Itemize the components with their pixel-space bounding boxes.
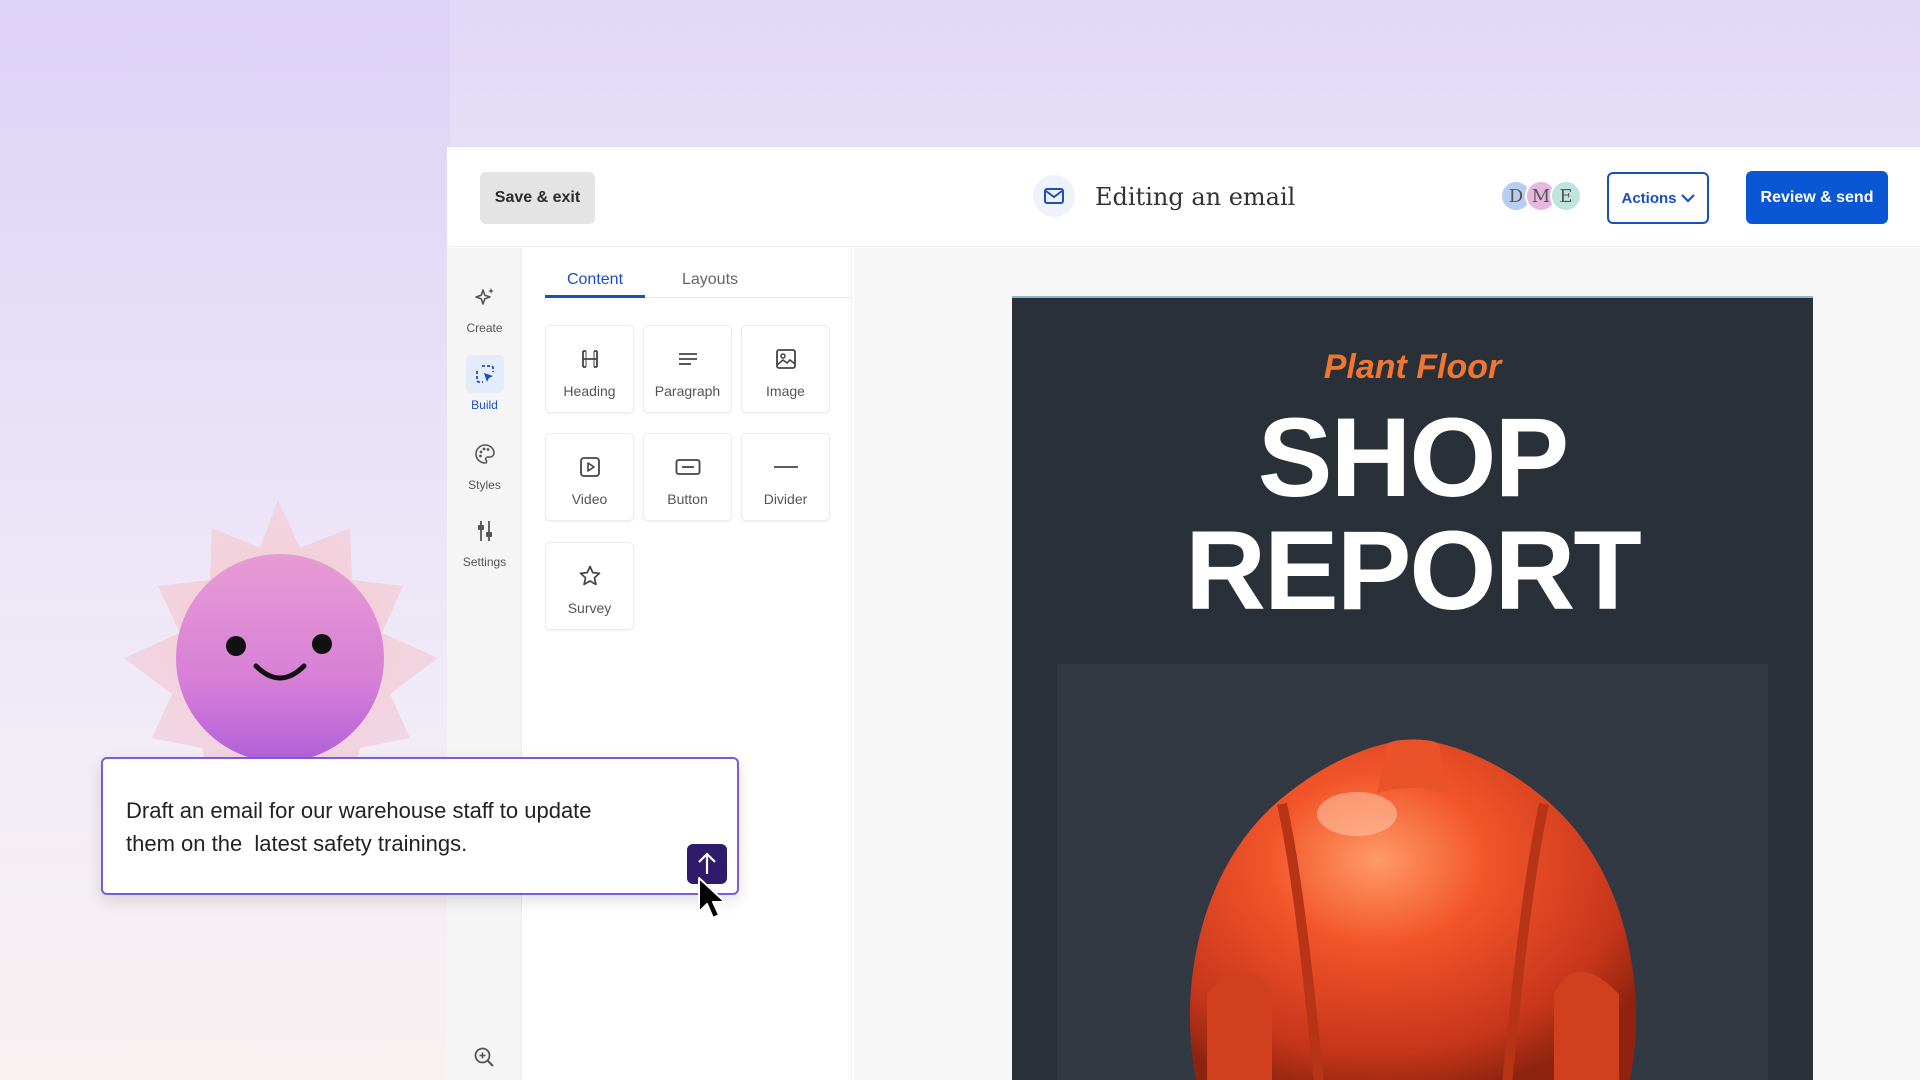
actions-dropdown-button[interactable]: Actions [1607, 172, 1709, 224]
button-icon [675, 454, 701, 480]
divider-icon [773, 454, 799, 480]
rail-label: Build [471, 398, 498, 412]
image-icon [775, 346, 797, 372]
email-kicker: Plant Floor [1323, 348, 1502, 386]
tab-layouts[interactable]: Layouts [660, 268, 760, 298]
rail-item-styles[interactable]: Styles [447, 435, 522, 515]
content-blocks-panel: Content Layouts Heading Paragraph Image [522, 248, 852, 1080]
block-label: Survey [567, 600, 612, 616]
block-divider[interactable]: Divider [741, 433, 830, 521]
block-label: Heading [563, 383, 616, 399]
prompt-input[interactable]: Draft an email for our warehouse staff t… [126, 794, 666, 860]
rail-label: Styles [468, 478, 501, 492]
email-editor-window: Save & exit Editing an email D M E Actio… [447, 147, 1920, 1080]
sparkle-icon [466, 278, 504, 316]
ai-prompt-box[interactable]: Draft an email for our warehouse staff t… [101, 757, 739, 895]
block-heading[interactable]: Heading [545, 325, 634, 413]
paragraph-icon [677, 346, 699, 372]
email-canvas: Plant Floor SHOP REPORT [854, 248, 1920, 1080]
block-label: Divider [763, 491, 808, 507]
avatar[interactable]: E [1550, 180, 1582, 212]
block-button[interactable]: Button [643, 433, 732, 521]
hard-hat-image [1057, 664, 1768, 1080]
email-headline-line2: REPORT [1185, 508, 1642, 633]
actions-label: Actions [1621, 189, 1677, 207]
block-paragraph[interactable]: Paragraph [643, 325, 732, 413]
star-icon [578, 563, 602, 589]
sliders-icon [466, 512, 504, 550]
review-send-button[interactable]: Review & send [1746, 171, 1888, 224]
mail-icon [1033, 175, 1075, 217]
rail-item-build[interactable]: Build [447, 355, 522, 435]
email-preview[interactable]: Plant Floor SHOP REPORT [1012, 296, 1813, 1080]
heading-icon [579, 346, 601, 372]
panel-tabs: Content Layouts [545, 268, 852, 298]
block-label: Image [766, 383, 805, 399]
ai-sun-mascot [120, 498, 440, 778]
rail-label: Settings [462, 555, 507, 569]
rail-item-settings[interactable]: Settings [447, 512, 522, 592]
block-label: Button [667, 491, 708, 507]
editor-nav-rail: Create Build Styles Settings [447, 248, 522, 1080]
video-icon [579, 454, 601, 480]
email-headline-line1: SHOP [1257, 395, 1569, 520]
rail-label: Create [466, 321, 503, 335]
chevron-down-icon [1680, 194, 1695, 203]
editor-title: Editing an email [1095, 183, 1296, 211]
block-survey[interactable]: Survey [545, 542, 634, 630]
rail-item-create[interactable]: Create [447, 278, 522, 358]
block-image[interactable]: Image [741, 325, 830, 413]
editor-top-bar: Save & exit Editing an email D M E Actio… [447, 147, 1920, 247]
block-label: Paragraph [654, 383, 721, 399]
collaborator-avatars: D M E [1500, 180, 1582, 214]
arrow-up-icon [698, 852, 716, 874]
build-cursor-icon [465, 355, 504, 393]
mouse-cursor-icon [697, 876, 729, 929]
block-label: Video [571, 491, 608, 507]
zoom-in-icon[interactable] [473, 1046, 495, 1073]
tab-content[interactable]: Content [545, 268, 645, 298]
save-exit-button[interactable]: Save & exit [480, 172, 595, 224]
block-video[interactable]: Video [545, 433, 634, 521]
palette-icon [466, 435, 504, 473]
